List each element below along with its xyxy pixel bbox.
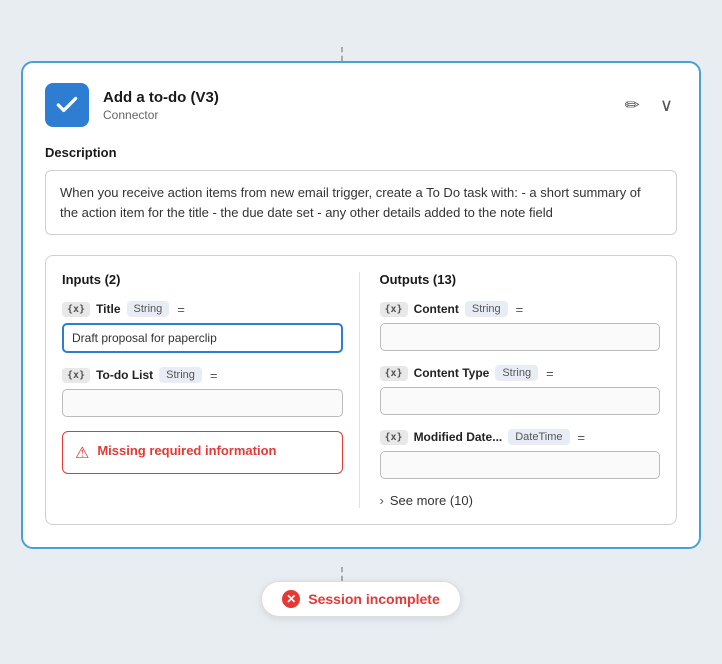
chevron-right-icon: › [380,493,384,508]
input-title-name: Title [96,302,120,316]
action-card: Add a to-do (V3) Connector ✏ ∨ Descripti… [21,61,701,549]
expand-button[interactable]: ∨ [656,93,677,118]
header-titles: Add a to-do (V3) Connector [103,89,219,122]
description-label: Description [45,145,677,160]
output-field-modifieddate: {x} Modified Date... DateTime = [380,429,661,479]
input-title-field[interactable] [62,323,343,353]
error-box: ⚠ Missing required information [62,431,343,474]
io-section: Inputs (2) {x} Title String = {x} To-do … [45,255,677,525]
error-icon: ⚠ [75,443,89,463]
input-todolist-field[interactable] [62,389,343,417]
session-error-icon: ✕ [282,590,300,608]
see-more-button[interactable]: › See more (10) [380,493,661,508]
output-content-type: String [465,301,508,317]
header-actions: ✏ ∨ [621,93,677,118]
output-content-name: Content [414,302,459,316]
header-left: Add a to-do (V3) Connector [45,83,219,127]
action-title: Add a to-do (V3) [103,89,219,106]
inputs-column: Inputs (2) {x} Title String = {x} To-do … [62,272,360,508]
input-todolist-eq: = [210,368,218,383]
input-todolist-label-row: {x} To-do List String = [62,367,343,383]
error-text: Missing required information [97,442,276,460]
card-header: Add a to-do (V3) Connector ✏ ∨ [45,83,677,127]
output-contenttype-field[interactable] [380,387,661,415]
output-contenttype-name: Content Type [414,366,490,380]
output-contenttype-eq: = [546,366,554,381]
output-field-content: {x} Content String = [380,301,661,351]
app-icon [45,83,89,127]
output-modifieddate-name: Modified Date... [414,430,503,444]
output-contenttype-label-row: {x} Content Type String = [380,365,661,381]
description-text: When you receive action items from new e… [45,170,677,235]
input-title-label-row: {x} Title String = [62,301,343,317]
input-field-title: {x} Title String = [62,301,343,353]
session-badge: ✕ Session incomplete [261,581,460,617]
outputs-column: Outputs (13) {x} Content String = {x} Co… [376,272,661,508]
input-field-todolist: {x} To-do List String = [62,367,343,417]
edit-button[interactable]: ✏ [621,93,644,118]
input-title-type: String [127,301,170,317]
input-todolist-badge: {x} [62,368,90,383]
output-modifieddate-eq: = [578,430,586,445]
input-todolist-type: String [159,367,202,383]
output-content-label-row: {x} Content String = [380,301,661,317]
session-text: Session incomplete [308,591,439,607]
output-modifieddate-type: DateTime [508,429,569,445]
output-modifieddate-field[interactable] [380,451,661,479]
output-modifieddate-badge: {x} [380,430,408,445]
output-content-field[interactable] [380,323,661,351]
output-contenttype-type: String [495,365,538,381]
output-content-badge: {x} [380,302,408,317]
input-title-eq: = [177,302,185,317]
see-more-label: See more (10) [390,493,473,508]
action-subtitle: Connector [103,108,219,122]
output-content-eq: = [516,302,524,317]
inputs-title: Inputs (2) [62,272,343,287]
output-modifieddate-label-row: {x} Modified Date... DateTime = [380,429,661,445]
output-field-contenttype: {x} Content Type String = [380,365,661,415]
input-title-badge: {x} [62,302,90,317]
outputs-title: Outputs (13) [380,272,661,287]
output-contenttype-badge: {x} [380,366,408,381]
input-todolist-name: To-do List [96,368,153,382]
